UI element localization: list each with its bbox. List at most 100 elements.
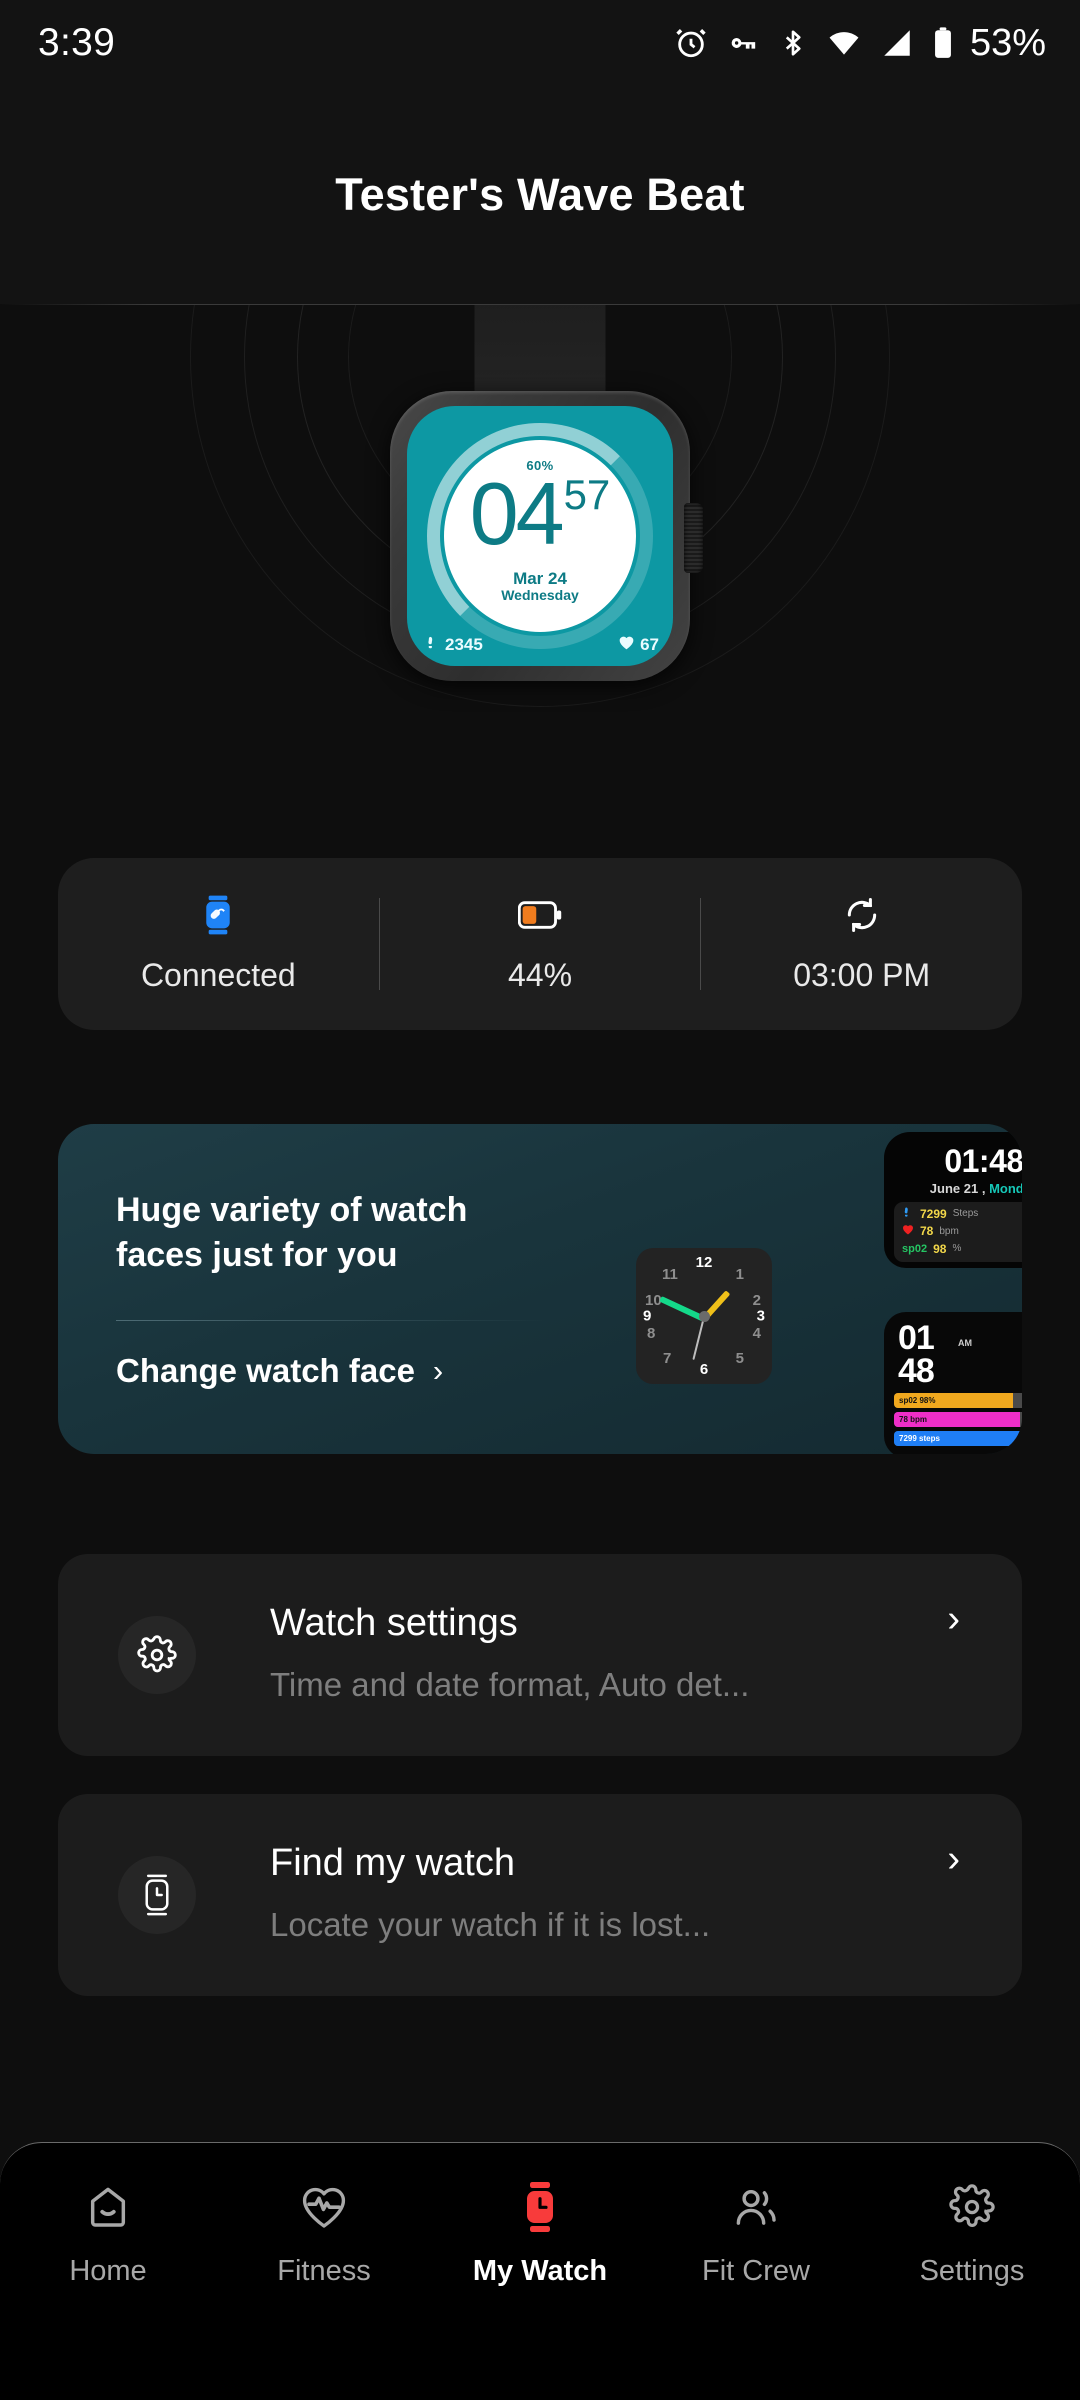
vpn-key-icon	[725, 26, 761, 60]
find-my-watch-subtitle: Locate your watch if it is lost...	[270, 1906, 711, 1943]
battery-icon	[931, 26, 955, 60]
find-my-watch-title: Find my watch	[270, 1842, 515, 1884]
watch-battery-status[interactable]: 44%	[380, 895, 701, 994]
nav-item-fitness[interactable]: Fitness	[216, 2181, 432, 2288]
analog-numeral-9: 9	[643, 1307, 652, 1325]
watch-face-hours: 04	[469, 464, 565, 563]
wifi-icon	[825, 26, 863, 60]
change-watch-face-label: Change watch face	[116, 1352, 415, 1389]
watch-crown-button[interactable]	[684, 503, 703, 573]
watch-settings-row[interactable]: Watch settings Time and date format, Aut…	[58, 1554, 1022, 1756]
nav-label-my-watch: My Watch	[472, 2255, 608, 2287]
analog-numeral-8: 8	[647, 1325, 656, 1342]
watch-face-thumbnail-analog[interactable]: 12 1 2 3 4 5 6 7 8 9 10 11	[636, 1248, 772, 1384]
steps-icon	[425, 635, 440, 655]
nav-item-home[interactable]: Home	[0, 2181, 216, 2288]
nav-label-fitness: Fitness	[277, 2255, 371, 2287]
analog-numeral-12: 12	[695, 1254, 713, 1271]
heart-icon	[618, 635, 635, 655]
watch-settings-subtitle: Time and date format, Auto det...	[270, 1666, 750, 1703]
watch-face-steps: 2345	[425, 635, 483, 655]
chevron-right-icon[interactable]: ›	[947, 1600, 960, 1638]
watch-face-weekday: Wednesday	[501, 587, 579, 604]
thumb-top-spo2-label: sp02	[902, 1242, 928, 1255]
battery-percent-label: 53%	[969, 21, 1046, 64]
analog-second-hand	[692, 1316, 705, 1360]
thumb-top-hr-value: 78	[920, 1224, 934, 1239]
nav-label-fit-crew: Fit Crew	[702, 2255, 810, 2287]
thumb-top-date: June 21 ,	[929, 1181, 986, 1196]
last-sync-status[interactable]: 03:00 PM	[701, 895, 1022, 994]
heart-icon	[902, 1223, 914, 1240]
nav-item-my-watch[interactable]: My Watch	[432, 2181, 648, 2288]
watch-face-screen: 60% 04 57 Mar 24 Wednesday 2345 67	[407, 406, 673, 666]
steps-value: 2345	[445, 635, 483, 654]
watch-settings-title: Watch settings	[270, 1602, 518, 1644]
thumb-bottom-hr-label: 78 bpm	[894, 1412, 1020, 1427]
nav-item-settings[interactable]: Settings	[864, 2181, 1080, 2288]
watch-face-time: 04 57	[407, 464, 673, 563]
home-icon	[85, 2181, 131, 2233]
watch-preview[interactable]: 60% 04 57 Mar 24 Wednesday 2345 67	[0, 305, 1080, 850]
thumb-bottom-ampm: AM	[958, 1338, 972, 1348]
watch-face-heart-rate: 67	[618, 635, 659, 655]
thumb-top-spo2-row: sp02 98 %	[902, 1241, 1022, 1258]
watch-status-strip: Connected 44% 03:00 PM	[58, 858, 1022, 1030]
status-bar-icons: 53%	[674, 22, 1046, 65]
watch-face-date: Mar 24	[513, 569, 567, 588]
analog-numeral-7: 7	[663, 1350, 672, 1367]
analog-numeral-4: 4	[752, 1325, 761, 1342]
thumb-top-steps-unit: Steps	[952, 1208, 979, 1220]
watch-face-thumbnail-digital-bottom[interactable]: 01 48 AM 34°C June 21	[884, 1312, 1022, 1454]
thumb-top-hr-unit: bpm	[939, 1225, 959, 1237]
thumb-top-stats: 7299 Steps 78 bpm sp02 98 %	[894, 1202, 1022, 1263]
status-bar: 3:39 53%	[0, 0, 1080, 86]
analog-numeral-3: 3	[756, 1307, 765, 1325]
watch-icon	[118, 1856, 196, 1934]
analog-pivot	[698, 1310, 710, 1322]
chevron-right-icon[interactable]: ›	[947, 1840, 960, 1878]
thumb-bottom-steps-label: 7299 steps	[894, 1431, 1022, 1446]
promo-divider	[116, 1320, 548, 1321]
thumb-top-hr-row: 78 bpm	[902, 1223, 1022, 1240]
analog-numeral-5: 5	[735, 1350, 744, 1367]
connection-status[interactable]: Connected	[58, 895, 379, 994]
thumb-bottom-stat-bars: sp02 98% 78 bpm 7299 steps	[894, 1393, 1022, 1450]
alarm-icon	[674, 26, 708, 60]
thumb-bottom-time: 01 48	[898, 1319, 935, 1387]
watch-face-promo-card[interactable]: Huge variety of watch faces just for you…	[58, 1124, 1022, 1454]
people-icon	[732, 2181, 780, 2233]
promo-headline: Huge variety of watch faces just for you	[116, 1191, 468, 1275]
watch-face-minutes: 57	[563, 471, 611, 518]
thumb-bottom-hours: 01	[898, 1319, 935, 1357]
chevron-right-icon: ›	[432, 1353, 444, 1388]
gear-icon	[949, 2181, 995, 2233]
nav-item-fit-crew[interactable]: Fit Crew	[648, 2181, 864, 2288]
heartbeat-icon	[300, 2181, 348, 2233]
nav-label-settings: Settings	[919, 2255, 1025, 2287]
watch-device[interactable]: 60% 04 57 Mar 24 Wednesday 2345 67	[390, 391, 703, 681]
page-title: Tester's Wave Beat	[335, 169, 745, 220]
find-my-watch-row[interactable]: Find my watch Locate your watch if it is…	[58, 1794, 1022, 1996]
watch-battery-label: 44%	[507, 956, 573, 993]
change-watch-face-button[interactable]: Change watch face ›	[116, 1352, 443, 1390]
steps-icon	[902, 1206, 914, 1223]
watch-connected-icon	[201, 895, 235, 935]
thumb-top-steps-value: 7299	[920, 1207, 947, 1221]
thumb-top-spo2-unit: %	[952, 1243, 962, 1255]
thumb-bottom-steps-bar: 7299 steps	[894, 1431, 1022, 1446]
analog-numeral-1: 1	[735, 1266, 744, 1283]
bluetooth-icon	[778, 26, 808, 60]
page-header: Tester's Wave Beat	[0, 86, 1080, 304]
thumb-bottom-spo2-label: sp02 98%	[894, 1393, 1013, 1408]
analog-numeral-2: 2	[752, 1292, 761, 1309]
thumb-top-weekday: Monday	[989, 1181, 1022, 1196]
last-sync-label: 03:00 PM	[793, 956, 931, 993]
thumb-top-spo2-value: 98	[933, 1241, 947, 1256]
signal-icon	[880, 26, 914, 60]
status-bar-clock: 3:39	[38, 21, 116, 64]
gear-icon	[118, 1616, 196, 1694]
thumb-top-steps-row: 7299 Steps	[902, 1206, 1022, 1223]
watch-face-thumbnail-digital-top[interactable]: 01:48 June 21 , Monday 7299 Steps	[884, 1132, 1022, 1268]
nav-label-home: Home	[69, 2255, 147, 2287]
